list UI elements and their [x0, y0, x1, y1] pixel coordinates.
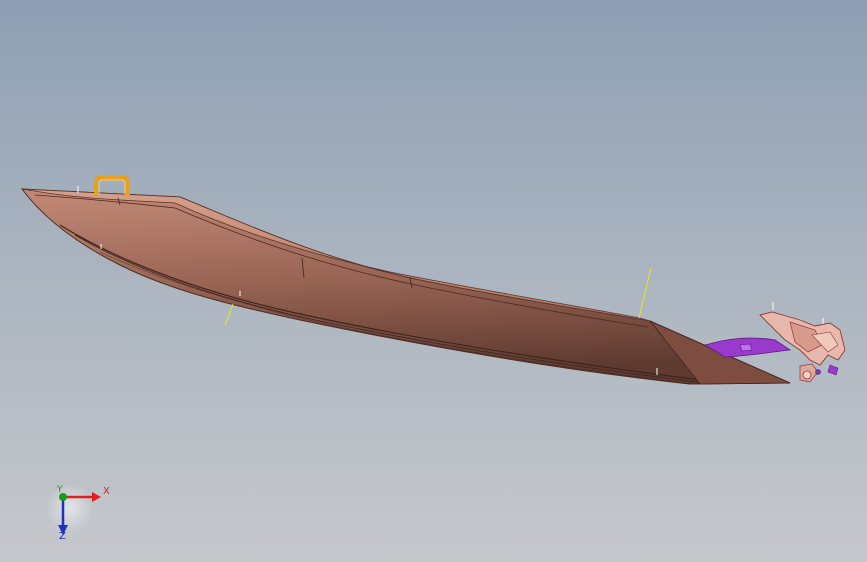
orientation-triad[interactable] — [46, 484, 101, 535]
panel-hull-body[interactable] — [20, 188, 791, 385]
panel-part[interactable] — [20, 186, 791, 385]
reference-axis-line[interactable] — [224, 303, 234, 326]
triad-x-label: X — [103, 486, 110, 497]
triad-y-label: Y — [57, 485, 63, 495]
triad-z-label: Z — [59, 531, 66, 542]
reference-axis-line[interactable] — [638, 267, 652, 319]
triad-shadow — [46, 484, 94, 532]
triad-x-arrowhead — [92, 492, 101, 502]
cad-3d-viewport[interactable]: X Y Z — [0, 0, 867, 562]
model-canvas[interactable] — [0, 0, 867, 562]
